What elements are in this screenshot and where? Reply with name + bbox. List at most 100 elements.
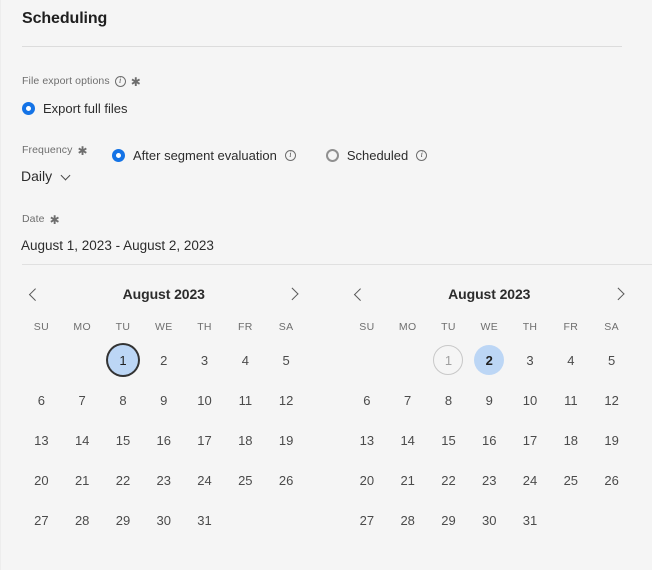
- calendar-day[interactable]: 14: [393, 425, 423, 455]
- frequency-select[interactable]: Daily: [21, 168, 71, 184]
- calendar-day[interactable]: 12: [597, 385, 627, 415]
- weekday-header: MO: [73, 321, 91, 333]
- calendar-day[interactable]: 9: [149, 385, 179, 415]
- calendar-day[interactable]: 13: [26, 425, 56, 455]
- calendar-day[interactable]: 17: [190, 425, 220, 455]
- calendar-day[interactable]: 15: [433, 425, 463, 455]
- calendar-day[interactable]: 30: [474, 505, 504, 535]
- calendar-day[interactable]: 14: [67, 425, 97, 455]
- calendar-day[interactable]: 12: [271, 385, 301, 415]
- radio-indicator[interactable]: [22, 102, 35, 115]
- calendar-day[interactable]: 8: [433, 385, 463, 415]
- calendar-day[interactable]: 26: [597, 465, 627, 495]
- calendar-cell: 17: [510, 420, 551, 460]
- calendar-day[interactable]: 3: [190, 345, 220, 375]
- required-asterisk: ✱: [130, 75, 141, 89]
- calendar-day[interactable]: 4: [556, 345, 586, 375]
- calendar-day[interactable]: 20: [26, 465, 56, 495]
- calendar-day[interactable]: 29: [433, 505, 463, 535]
- calendar-cell: 2: [469, 340, 510, 380]
- calendar-day[interactable]: 19: [597, 425, 627, 455]
- calendar-day[interactable]: 26: [271, 465, 301, 495]
- calendar-day[interactable]: 19: [271, 425, 301, 455]
- info-icon[interactable]: i: [416, 150, 428, 161]
- next-month-button[interactable]: [281, 281, 307, 307]
- calendar-day[interactable]: 22: [433, 465, 463, 495]
- calendar-day[interactable]: 18: [556, 425, 586, 455]
- calendar-day[interactable]: 31: [515, 505, 545, 535]
- calendar-cell: 14: [62, 420, 103, 460]
- calendar-day[interactable]: 22: [108, 465, 138, 495]
- calendar-day[interactable]: 4: [230, 345, 260, 375]
- calendar-day[interactable]: 27: [352, 505, 382, 535]
- calendar-cell: 16: [143, 420, 184, 460]
- date-range-value[interactable]: August 1, 2023 - August 2, 2023: [21, 238, 214, 253]
- calendar-day[interactable]: 16: [474, 425, 504, 455]
- calendar-day[interactable]: 17: [515, 425, 545, 455]
- calendar-cell: 14: [387, 420, 428, 460]
- calendar-header: August 2023: [347, 274, 633, 314]
- calendar-cell: 11: [225, 380, 266, 420]
- calendar-day[interactable]: 16: [149, 425, 179, 455]
- calendar-day[interactable]: 3: [515, 345, 545, 375]
- calendar-end: August 2023 SU MO TU WE TH FR SA 1 2 3 4 5 6 7 8 9 10 11 1…: [327, 274, 652, 540]
- calendar-day[interactable]: 27: [26, 505, 56, 535]
- calendar-cell: 8: [103, 380, 144, 420]
- radio-scheduled[interactable]: Scheduled i: [325, 148, 428, 163]
- radio-indicator[interactable]: [325, 149, 339, 162]
- calendar-day[interactable]: 2: [474, 345, 505, 375]
- previous-month-button[interactable]: [347, 281, 373, 307]
- calendar-day[interactable]: 1: [433, 345, 464, 375]
- calendar-day[interactable]: 28: [67, 505, 97, 535]
- calendar-day[interactable]: 21: [67, 465, 97, 495]
- calendar-day[interactable]: 6: [26, 385, 56, 415]
- calendar-day[interactable]: 2: [149, 345, 179, 375]
- calendar-day[interactable]: 23: [149, 465, 179, 495]
- calendar-day[interactable]: 5: [597, 345, 627, 375]
- calendar-cell: 1: [428, 340, 469, 380]
- calendar-day[interactable]: 20: [352, 465, 382, 495]
- radio-export-full-files-label: Export full files: [43, 101, 128, 116]
- calendar-day[interactable]: 25: [556, 465, 586, 495]
- calendar-day[interactable]: 31: [190, 505, 220, 535]
- chevron-right-icon: [288, 289, 299, 300]
- radio-indicator[interactable]: [112, 149, 125, 162]
- calendar-day[interactable]: 9: [474, 385, 504, 415]
- calendar-day[interactable]: 6: [352, 385, 382, 415]
- calendar-day[interactable]: 13: [352, 425, 382, 455]
- calendar-day[interactable]: 29: [108, 505, 138, 535]
- calendar-day[interactable]: 7: [67, 385, 97, 415]
- calendar-cell: 8: [428, 380, 469, 420]
- calendar-day[interactable]: 30: [149, 505, 179, 535]
- calendar-day[interactable]: 18: [230, 425, 260, 455]
- calendar-cell: 10: [184, 380, 225, 420]
- calendar-day[interactable]: 24: [515, 465, 545, 495]
- previous-month-button[interactable]: [21, 281, 47, 307]
- info-icon[interactable]: i: [284, 150, 296, 161]
- calendar-day[interactable]: 10: [190, 385, 220, 415]
- calendar-cell: 12: [591, 380, 632, 420]
- calendar-day[interactable]: 28: [393, 505, 423, 535]
- calendar-day[interactable]: 1: [107, 345, 138, 375]
- next-month-button[interactable]: [606, 281, 632, 307]
- calendar-day[interactable]: 8: [108, 385, 138, 415]
- info-icon[interactable]: i: [114, 75, 126, 87]
- radio-export-full-files[interactable]: Export full files: [22, 101, 128, 116]
- calendar-day[interactable]: 15: [108, 425, 138, 455]
- calendar-day[interactable]: 11: [230, 385, 260, 415]
- calendar-cell: 1: [103, 340, 144, 380]
- calendar-day[interactable]: 23: [474, 465, 504, 495]
- calendar-day[interactable]: 11: [556, 385, 586, 415]
- calendar-day[interactable]: 10: [515, 385, 545, 415]
- header-divider: [22, 46, 622, 47]
- radio-scheduled-label: Scheduled: [346, 148, 409, 163]
- calendar-day[interactable]: 21: [393, 465, 423, 495]
- calendar-cell-empty: [387, 340, 428, 380]
- radio-after-segment-evaluation[interactable]: After segment evaluation i: [112, 148, 296, 163]
- calendar-day[interactable]: 24: [190, 465, 220, 495]
- weekday-header: FR: [238, 321, 253, 333]
- calendar-day[interactable]: 25: [230, 465, 260, 495]
- calendar-title: August 2023: [448, 286, 531, 302]
- calendar-day[interactable]: 5: [271, 345, 301, 375]
- calendar-day[interactable]: 7: [393, 385, 423, 415]
